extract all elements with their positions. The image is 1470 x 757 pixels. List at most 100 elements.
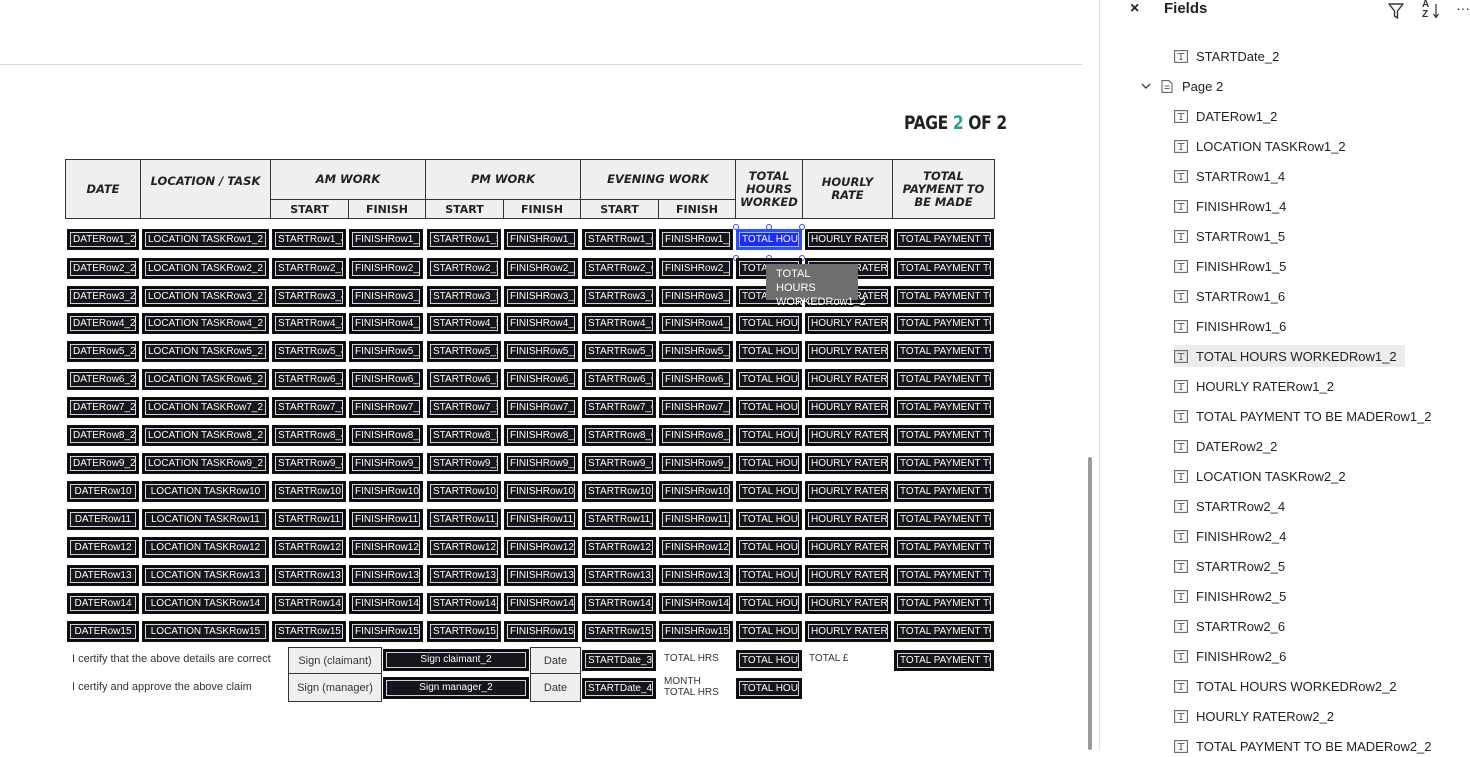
field-pm-start-row-1[interactable]: STARTRow1_5 — [427, 229, 501, 250]
resize-handle[interactable] — [733, 224, 739, 230]
field-total-payment-row-15[interactable]: TOTAL PAYMENT TO BE MADERow15 — [894, 621, 994, 642]
field-total-hours-row-11[interactable]: TOTAL HOURS WORKEDRow11 — [736, 509, 802, 530]
tree-field-item[interactable]: STARTRow1_5 — [1174, 225, 1285, 247]
field-location-task-row-15[interactable]: LOCATION TASKRow15 — [142, 621, 269, 642]
field-total-payment-row-8[interactable]: TOTAL PAYMENT TO BE MADERow8_2 — [894, 425, 994, 446]
field-pm-start-row-5[interactable]: STARTRow5_5 — [427, 341, 501, 362]
field-pm-finish-row-10[interactable]: FINISHRow10_ — [504, 481, 578, 502]
field-am-finish-row-9[interactable]: FINISHRow9_4 — [349, 453, 423, 474]
field-am-start-row-12[interactable]: STARTRow12 — [272, 537, 346, 558]
field-evening-start-row-14[interactable]: STARTRow14_ — [582, 593, 656, 614]
field-am-start-row-11[interactable]: STARTRow11 — [272, 509, 346, 530]
field-am-finish-row-3[interactable]: FINISHRow3_4 — [349, 286, 423, 307]
sign-claimant-field[interactable]: Sign claimant_2 — [383, 649, 529, 671]
field-date-row-8[interactable]: DATERow8_2 — [67, 425, 139, 446]
field-total-payment-row-6[interactable]: TOTAL PAYMENT TO BE MADERow6_2 — [894, 369, 994, 390]
field-pm-finish-row-13[interactable]: FINISHRow13_ — [504, 565, 578, 586]
field-pm-finish-row-12[interactable]: FINISHRow12_ — [504, 537, 578, 558]
field-am-finish-row-15[interactable]: FINISHRow15 — [349, 621, 423, 642]
field-hourly-rate-row-9[interactable]: HOURLY RATERow9_2 — [805, 453, 891, 474]
tree-field-item[interactable]: FINISHRow2_5 — [1174, 585, 1286, 607]
field-date-row-11[interactable]: DATERow11 — [67, 509, 139, 530]
field-date-row-10[interactable]: DATERow10 — [67, 481, 139, 502]
field-am-start-row-6[interactable]: STARTRow6_4 — [272, 369, 346, 390]
more-options-icon[interactable]: ··· — [1456, 0, 1470, 16]
field-pm-start-row-3[interactable]: STARTRow3_5 — [427, 286, 501, 307]
tree-field-item[interactable]: STARTDate_2 — [1174, 45, 1279, 67]
field-am-finish-row-4[interactable]: FINISHRow4_4 — [349, 313, 423, 334]
field-date-row-7[interactable]: DATERow7_2 — [67, 397, 139, 418]
field-pm-finish-row-15[interactable]: FINISHRow15_ — [504, 621, 578, 642]
document-scrollbar[interactable] — [1082, 0, 1100, 750]
tree-field-item[interactable]: FINISHRow2_4 — [1174, 525, 1286, 547]
field-date-row-12[interactable]: DATERow12 — [67, 537, 139, 558]
field-location-task-row-13[interactable]: LOCATION TASKRow13 — [142, 565, 269, 586]
field-date-row-5[interactable]: DATERow5_2 — [67, 341, 139, 362]
field-location-task-row-6[interactable]: LOCATION TASKRow6_2 — [142, 369, 269, 390]
field-am-finish-row-6[interactable]: FINISHRow6_4 — [349, 369, 423, 390]
field-am-finish-row-2[interactable]: FINISHRow2_4 — [349, 258, 423, 279]
field-location-task-row-4[interactable]: LOCATION TASKRow4_2 — [142, 313, 269, 334]
field-hourly-rate-row-11[interactable]: HOURLY RATERow11 — [805, 509, 891, 530]
field-pm-start-row-9[interactable]: STARTRow9_5 — [427, 453, 501, 474]
field-evening-start-row-10[interactable]: STARTRow10_ — [582, 481, 656, 502]
field-pm-start-row-14[interactable]: STARTRow14_ — [427, 593, 501, 614]
tree-field-item[interactable]: STARTRow1_6 — [1174, 285, 1285, 307]
field-pm-start-row-13[interactable]: STARTRow13_ — [427, 565, 501, 586]
field-evening-finish-row-1[interactable]: FINISHRow1_6 — [659, 229, 733, 250]
field-am-finish-row-5[interactable]: FINISHRow5_4 — [349, 341, 423, 362]
tree-field-item[interactable]: DATERow1_2 — [1174, 105, 1277, 127]
tree-page-item[interactable]: Page 2 — [1140, 75, 1223, 97]
field-total-payment-row-9[interactable]: TOTAL PAYMENT TO BE MADERow9_2 — [894, 453, 994, 474]
field-evening-finish-row-9[interactable]: FINISHRow9_6 — [659, 453, 733, 474]
field-evening-start-row-12[interactable]: STARTRow12_ — [582, 537, 656, 558]
scrollbar-thumb[interactable] — [1088, 457, 1092, 750]
sign-manager-field[interactable]: Sign manager_2 — [383, 677, 529, 699]
field-pm-start-row-10[interactable]: STARTRow10_ — [427, 481, 501, 502]
field-pm-start-row-15[interactable]: STARTRow15_ — [427, 621, 501, 642]
field-evening-finish-row-3[interactable]: FINISHRow3_6 — [659, 286, 733, 307]
field-evening-start-row-6[interactable]: STARTRow6_6 — [582, 369, 656, 390]
field-evening-finish-row-7[interactable]: FINISHRow7_6 — [659, 397, 733, 418]
field-evening-finish-row-4[interactable]: FINISHRow4_6 — [659, 313, 733, 334]
field-location-task-row-9[interactable]: LOCATION TASKRow9_2 — [142, 453, 269, 474]
filter-icon[interactable] — [1388, 2, 1404, 20]
field-total-hours-row-7[interactable]: TOTAL HOURS WORKEDRow7_2 — [736, 397, 802, 418]
field-total-hours-row-6[interactable]: TOTAL HOURS WORKEDRow6_2 — [736, 369, 802, 390]
field-hourly-rate-row-4[interactable]: HOURLY RATERow4_2 — [805, 313, 891, 334]
field-pm-start-row-7[interactable]: STARTRow7_5 — [427, 397, 501, 418]
field-pm-finish-row-8[interactable]: FINISHRow8_5 — [504, 425, 578, 446]
tree-field-item[interactable]: LOCATION TASKRow1_2 — [1174, 135, 1346, 157]
field-total-payment-row-5[interactable]: TOTAL PAYMENT TO BE MADERow5_2 — [894, 341, 994, 362]
field-evening-finish-row-14[interactable]: FINISHRow14_ — [659, 593, 733, 614]
field-date-row-2[interactable]: DATERow2_2 — [67, 258, 139, 279]
field-hourly-rate-row-12[interactable]: HOURLY RATERow12 — [805, 537, 891, 558]
field-hourly-rate-row-13[interactable]: HOURLY RATERow13 — [805, 565, 891, 586]
field-am-start-row-1[interactable]: STARTRow1_4 — [272, 229, 346, 250]
tree-field-item[interactable]: HOURLY RATERow1_2 — [1174, 375, 1334, 397]
field-total-hours-row-4[interactable]: TOTAL HOURS WORKEDRow4_2 — [736, 313, 802, 334]
field-date-row-4[interactable]: DATERow4_2 — [67, 313, 139, 334]
field-evening-start-row-1[interactable]: STARTRow1_6 — [582, 229, 656, 250]
field-evening-start-row-11[interactable]: STARTRow11_ — [582, 509, 656, 530]
field-pm-finish-row-11[interactable]: FINISHRow11_ — [504, 509, 578, 530]
field-evening-finish-row-15[interactable]: FINISHRow15_ — [659, 621, 733, 642]
field-location-task-row-11[interactable]: LOCATION TASKRow11 — [142, 509, 269, 530]
field-date-row-9[interactable]: DATERow9_2 — [67, 453, 139, 474]
field-am-start-row-8[interactable]: STARTRow8_4 — [272, 425, 346, 446]
field-pm-start-row-12[interactable]: STARTRow12_ — [427, 537, 501, 558]
field-am-start-row-2[interactable]: STARTRow2_4 — [272, 258, 346, 279]
field-am-finish-row-14[interactable]: FINISHRow14 — [349, 593, 423, 614]
tree-field-item[interactable]: STARTRow1_4 — [1174, 165, 1285, 187]
field-total-payment-row-10[interactable]: TOTAL PAYMENT TO BE MADERow10 — [894, 481, 994, 502]
field-location-task-row-1[interactable]: LOCATION TASKRow1_2 — [142, 229, 269, 250]
tree-item-selected[interactable]: TOTAL HOURS WORKEDRow1_2 — [1174, 345, 1405, 367]
field-total-payment-row-1[interactable]: TOTAL PAYMENT TO BE MADERow1_2 — [894, 229, 994, 250]
field-pm-start-row-2[interactable]: STARTRow2_5 — [427, 258, 501, 279]
field-hourly-rate-row-5[interactable]: HOURLY RATERow5_2 — [805, 341, 891, 362]
tree-field-item[interactable]: FINISHRow2_6 — [1174, 645, 1286, 667]
field-total-hours-row-1[interactable]: TOTAL HOURS WORKEDRow1_2 — [736, 229, 802, 250]
field-evening-finish-row-13[interactable]: FINISHRow13_ — [659, 565, 733, 586]
field-am-finish-row-7[interactable]: FINISHRow7_4 — [349, 397, 423, 418]
field-hourly-rate-row-15[interactable]: HOURLY RATERow15 — [805, 621, 891, 642]
